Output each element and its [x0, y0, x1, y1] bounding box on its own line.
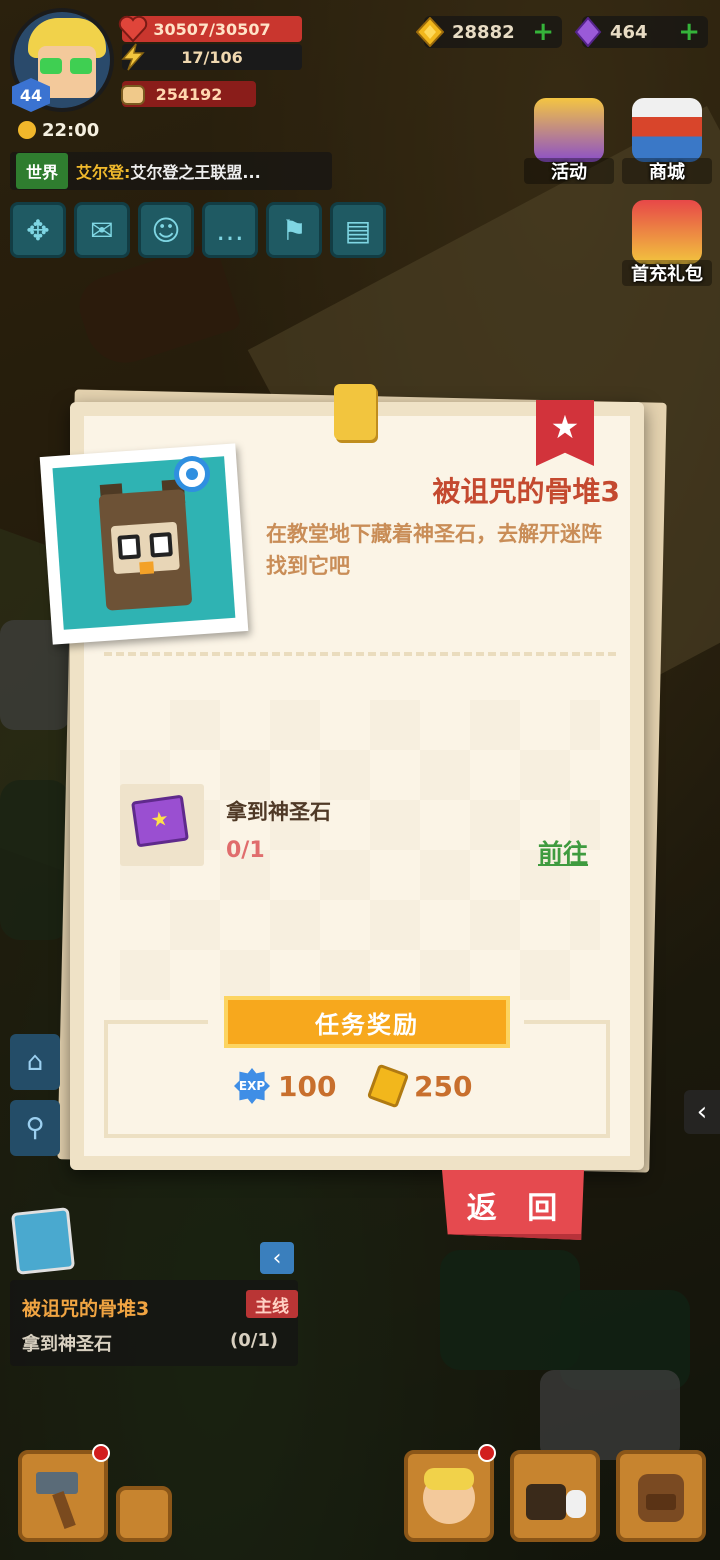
exp-amount: 100 [278, 1069, 337, 1103]
gem-counter: 464 + [574, 16, 708, 48]
map-pin-icon: ⚑ [281, 213, 307, 247]
trophy-icon [534, 98, 604, 162]
store-icon [632, 98, 702, 162]
reward-header: 任务奖励 [224, 996, 510, 1048]
combat-power-value: 254192 [155, 84, 223, 104]
store-button[interactable]: 商城 [622, 98, 712, 184]
game-time: 22:00 [42, 120, 100, 141]
build-hammer-button[interactable] [18, 1450, 108, 1542]
mail-button[interactable]: ✉ [74, 202, 130, 258]
gold-counter: 28882 + [416, 16, 562, 48]
gold-coin-icon [366, 1063, 410, 1109]
tracker-count: (0/1) [230, 1330, 279, 1351]
owl-eye [149, 532, 173, 558]
first-recharge-label: 首充礼包 [622, 260, 712, 286]
quest-npc-portrait [39, 443, 249, 645]
exp-reward: EXP 100 [234, 1068, 336, 1104]
speech-bubble-icon: … [216, 213, 244, 247]
chat-channel-tag: 世界 [16, 153, 69, 189]
star-icon: ★ [550, 408, 580, 446]
backpack-button[interactable] [616, 1450, 706, 1542]
chat-message: 艾尔登之王联盟... [130, 163, 261, 182]
home-button[interactable]: ⌂ [10, 1034, 60, 1090]
holy-book-icon [131, 794, 189, 848]
friends-icon: ☺ [151, 213, 181, 247]
world-chat-bar[interactable]: 世界 艾尔登: 艾尔登之王联盟... [10, 152, 332, 190]
stamina-value: 17/106 [181, 47, 243, 67]
tracker-objective: 拿到神圣石 [22, 1334, 112, 1355]
pet-icon [526, 1484, 586, 1520]
store-label: 商城 [622, 158, 712, 184]
objective-name: 拿到神圣石 [226, 800, 331, 824]
hero-icon [423, 1468, 475, 1524]
fullscreen-button[interactable]: ✥ [10, 202, 66, 258]
chat-sender: 艾尔登: [76, 163, 131, 182]
house-button[interactable] [116, 1486, 172, 1542]
back-button[interactable]: 返 回 [442, 1170, 584, 1240]
main-quest-tag: 主线 [246, 1290, 298, 1318]
map-button[interactable]: ⚑ [266, 202, 322, 258]
clipboard-icon: ▤ [344, 213, 372, 247]
events-label: 活动 [524, 158, 614, 184]
lightning-icon [121, 43, 145, 71]
owl-eye [117, 534, 141, 560]
game-clock: 22:00 [18, 120, 99, 141]
expand-menu-button[interactable]: ‹ [684, 1090, 720, 1134]
location-button[interactable]: ⚲ [10, 1100, 60, 1156]
avatar-glasses [40, 58, 62, 74]
chevron-left-icon: ‹ [272, 1245, 282, 1271]
notice-button[interactable]: ▤ [330, 202, 386, 258]
hp-value: 30507/30507 [153, 19, 271, 39]
mail-icon: ✉ [90, 213, 114, 247]
exp-icon: EXP [234, 1068, 270, 1104]
gold-reward-amount: 250 [414, 1069, 473, 1103]
first-recharge-button[interactable]: 首充礼包 [622, 200, 712, 286]
quest-scroll-icon[interactable] [10, 1207, 76, 1275]
hp-bar: 30507/30507 [118, 15, 302, 43]
notification-dot [92, 1444, 110, 1462]
fist-icon [121, 85, 145, 105]
heart-icon [118, 15, 148, 43]
sun-icon [18, 121, 36, 139]
tracker-quest-title: 被诅咒的骨堆3 [22, 1298, 150, 1320]
avatar-glasses [70, 58, 92, 74]
gold-amount: 28882 [452, 21, 515, 43]
pets-button[interactable] [510, 1450, 600, 1542]
dashed-divider [104, 652, 616, 656]
hammer-icon [36, 1472, 78, 1529]
chat-button[interactable]: … [202, 202, 258, 258]
chevron-left-icon: ‹ [696, 1097, 708, 1127]
backpack-icon [638, 1474, 684, 1522]
go-to-link[interactable]: 前往 [538, 834, 588, 870]
notification-dot [478, 1444, 496, 1462]
friends-button[interactable]: ☺ [138, 202, 194, 258]
gold-coin-icon [416, 17, 444, 47]
gift-box-icon [632, 200, 702, 264]
owl-beak [139, 561, 155, 575]
collapse-tracker-button[interactable]: ‹ [260, 1242, 294, 1274]
character-button[interactable] [404, 1450, 494, 1542]
expand-arrows-icon: ✥ [26, 213, 50, 247]
purple-gem-icon [574, 17, 602, 47]
location-icon: ⚲ [25, 1113, 45, 1143]
gold-reward: 250 [366, 1063, 473, 1109]
combat-power-bar: 254192 [121, 81, 256, 107]
add-gem-button[interactable]: + [678, 17, 700, 47]
quest-description: 在教堂地下藏着神圣石，去解开迷阵找到它吧 [266, 522, 602, 578]
add-gold-button[interactable]: + [532, 17, 554, 47]
home-icon: ⌂ [26, 1047, 44, 1077]
stamina-bar: 17/106 [121, 43, 302, 71]
paper-clip [334, 384, 376, 440]
target-icon [174, 456, 210, 492]
quest-title: 被诅咒的骨堆3 [432, 475, 620, 508]
objective-progress: 0/1 [226, 838, 265, 863]
gem-amount: 464 [610, 21, 648, 43]
events-button[interactable]: 活动 [524, 98, 614, 184]
